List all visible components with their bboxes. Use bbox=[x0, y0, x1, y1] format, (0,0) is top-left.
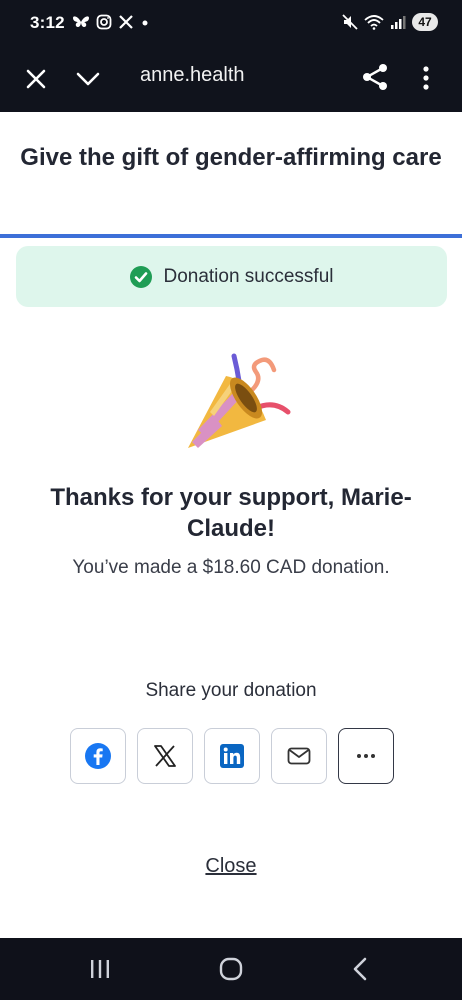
back-icon[interactable] bbox=[350, 956, 372, 982]
thanks-heading: Thanks for your support, Marie-Claude! bbox=[50, 484, 412, 542]
home-icon[interactable] bbox=[218, 956, 244, 982]
dot-icon bbox=[142, 20, 148, 26]
status-notification-icons bbox=[72, 14, 150, 30]
butterfly-icon bbox=[73, 16, 89, 27]
more-vertical-icon[interactable] bbox=[414, 64, 438, 92]
share-more-button[interactable] bbox=[338, 728, 394, 784]
share-x-button[interactable] bbox=[137, 728, 193, 784]
close-link[interactable]: Close bbox=[20, 855, 442, 878]
status-bar: 3:12 47 bbox=[0, 0, 462, 46]
more-icon bbox=[357, 754, 375, 758]
share-linkedin-button[interactable] bbox=[204, 728, 260, 784]
facebook-icon bbox=[85, 743, 111, 769]
wifi-icon bbox=[364, 15, 384, 30]
android-nav-bar bbox=[0, 938, 462, 1000]
x-icon bbox=[119, 15, 133, 29]
page-title: Give the gift of gender-affirming care bbox=[20, 144, 442, 171]
instagram-icon bbox=[96, 14, 112, 30]
progress-divider bbox=[0, 234, 462, 238]
success-banner: Donation successful bbox=[16, 246, 447, 307]
status-system-icons: 47 bbox=[342, 13, 438, 31]
share-email-button[interactable] bbox=[271, 728, 327, 784]
signal-icon bbox=[391, 16, 406, 29]
linkedin-icon bbox=[220, 744, 244, 768]
chevron-down-icon[interactable] bbox=[74, 65, 102, 93]
success-message: Donation successful bbox=[163, 265, 334, 287]
donation-amount-text: You’ve made a $18.60 CAD donation. bbox=[72, 557, 390, 578]
share-facebook-button[interactable] bbox=[70, 728, 126, 784]
share-heading: Share your donation bbox=[145, 680, 317, 701]
status-time: 3:12 bbox=[30, 13, 65, 32]
check-circle-icon bbox=[130, 265, 153, 288]
recents-icon[interactable] bbox=[88, 958, 112, 980]
share-icon[interactable] bbox=[360, 62, 390, 92]
url-text[interactable]: anne.health bbox=[140, 64, 245, 87]
battery-icon: 47 bbox=[412, 13, 438, 31]
x-icon bbox=[154, 745, 176, 767]
mute-icon bbox=[342, 14, 358, 30]
browser-toolbar: anne.health bbox=[0, 46, 462, 112]
party-popper-icon bbox=[188, 353, 291, 448]
share-buttons bbox=[70, 728, 394, 784]
email-icon bbox=[287, 747, 311, 765]
close-icon[interactable] bbox=[22, 65, 50, 93]
